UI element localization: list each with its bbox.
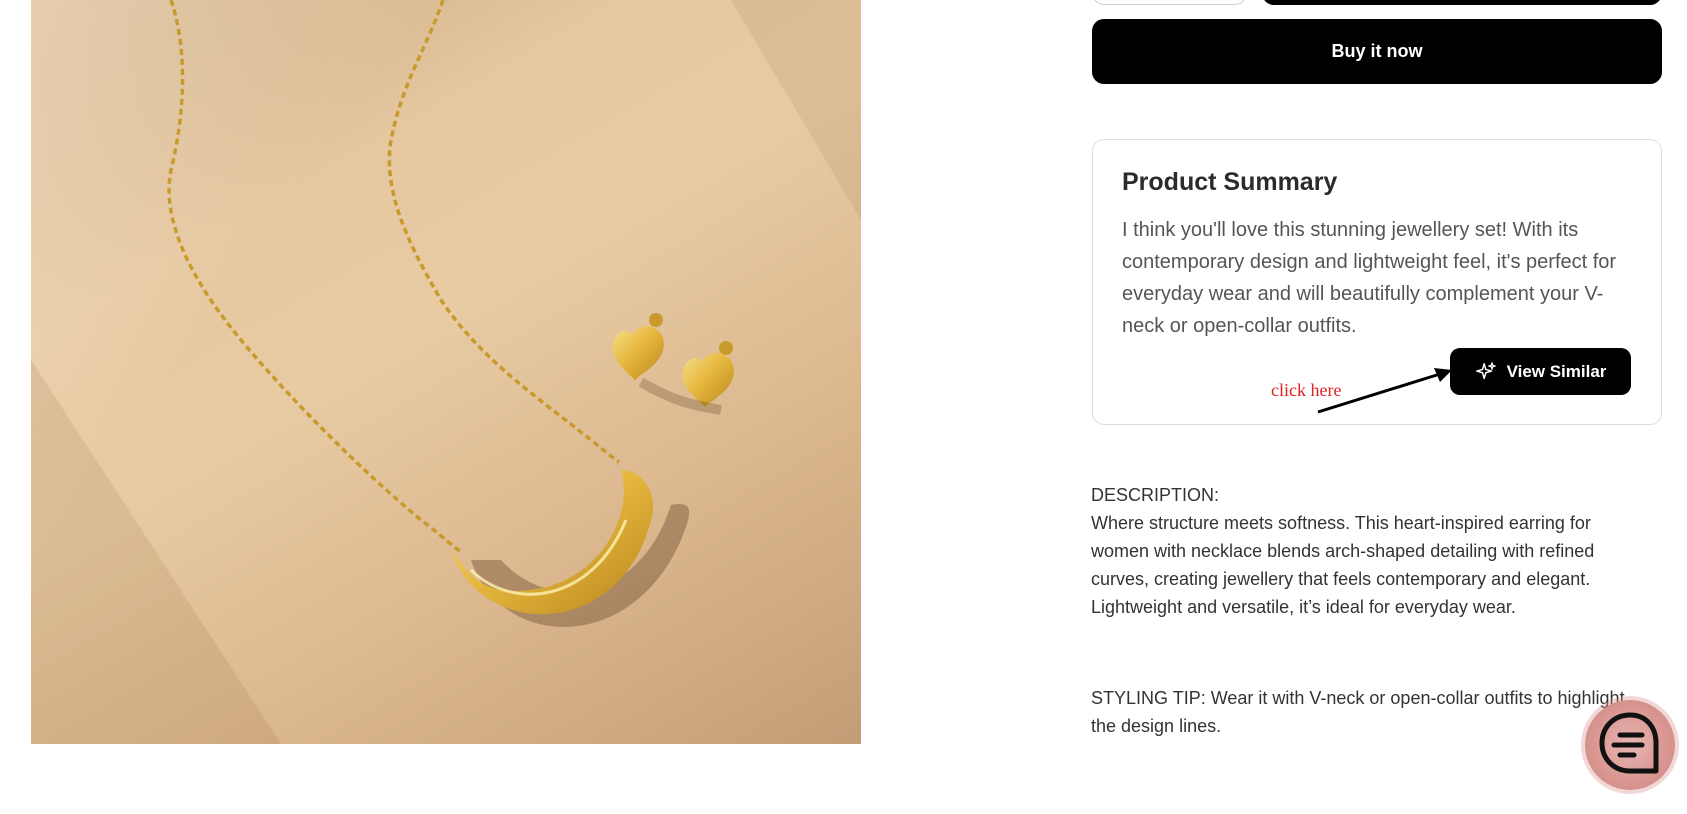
- chat-button[interactable]: [1585, 700, 1675, 790]
- annotation-arrow-icon: [1317, 368, 1452, 414]
- earring-right: [682, 341, 734, 407]
- earring-left: [612, 313, 664, 380]
- description-heading: DESCRIPTION:: [1091, 485, 1220, 505]
- buy-now-button[interactable]: Buy it now: [1092, 19, 1662, 84]
- product-summary-card: Product Summary I think you'll love this…: [1092, 139, 1662, 425]
- product-description: DESCRIPTION: Where structure meets softn…: [1091, 481, 1651, 621]
- styling-tip: STYLING TIP: Wear it with V-neck or open…: [1091, 688, 1625, 736]
- product-page: Buy it now Product Summary I think you'l…: [0, 0, 1687, 814]
- description-body: Where structure meets softness. This hea…: [1091, 513, 1595, 617]
- view-similar-button[interactable]: View Similar: [1450, 348, 1631, 395]
- add-to-cart-button[interactable]: [1262, 0, 1662, 5]
- chat-icon: [1599, 712, 1659, 774]
- product-image[interactable]: [31, 0, 861, 744]
- necklace-earrings-photo: [31, 0, 861, 744]
- quantity-selector[interactable]: [1092, 0, 1247, 5]
- summary-text: I think you'll love this stunning jewell…: [1122, 219, 1617, 337]
- view-similar-label: View Similar: [1506, 361, 1607, 381]
- sparkle-icon: [1475, 361, 1496, 379]
- summary-title: Product Summary: [1122, 168, 1338, 196]
